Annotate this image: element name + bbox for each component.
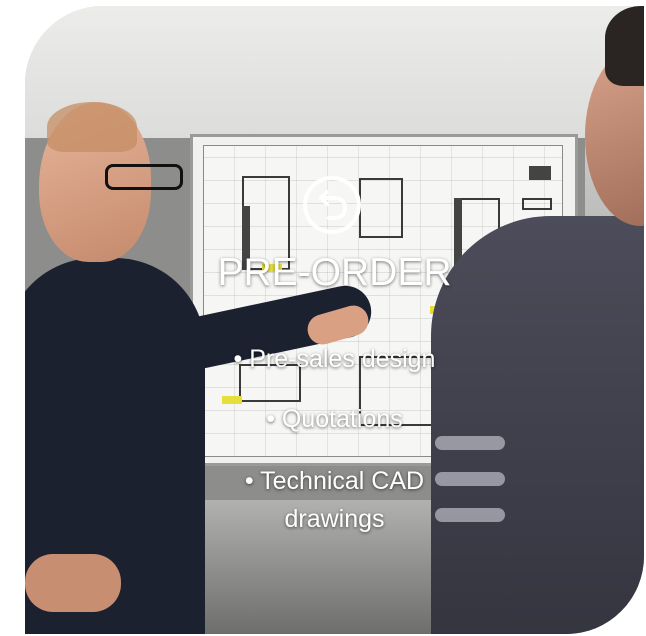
feature-item-quotations: • Quotations: [266, 405, 403, 433]
card-title: PRE-ORDER: [217, 251, 452, 294]
feature-item-line-2: drawings: [284, 505, 385, 533]
feature-item-line-1: • Technical CAD: [244, 467, 425, 495]
feature-item-pre-sales-design: • Pre-sales design: [233, 345, 436, 373]
feature-item-technical-cad: • Technical CAD drawings: [25, 462, 644, 538]
card-content: PRE-ORDER • Pre-sales design • Quotation…: [25, 6, 644, 634]
undo-arrow-icon: [301, 174, 363, 236]
pre-order-card[interactable]: PRE-ORDER • Pre-sales design • Quotation…: [25, 6, 644, 634]
